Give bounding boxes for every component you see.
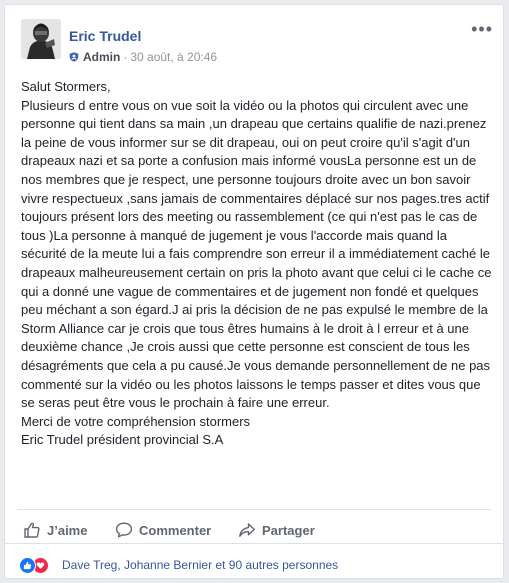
share-label: Partager bbox=[262, 522, 315, 538]
like-label: J’aime bbox=[47, 522, 88, 538]
reactions-bar: Dave Treg, Johanne Bernier et 90 autres … bbox=[5, 543, 503, 580]
post-timestamp[interactable]: 30 août, à 20:46 bbox=[130, 50, 217, 64]
post-paragraph: Eric Trudel président provincial S.A bbox=[21, 432, 224, 448]
post-paragraph: Salut Stormers, bbox=[21, 79, 111, 94]
post-paragraph: Plusieurs d entre vous on vue soit la vi… bbox=[21, 97, 492, 411]
like-button[interactable]: J’aime bbox=[23, 520, 87, 540]
post-meta: Admin · 30 août, à 20:46 bbox=[69, 50, 217, 64]
comment-icon bbox=[115, 522, 133, 538]
meta-separator: · bbox=[123, 50, 128, 64]
share-icon bbox=[239, 523, 255, 537]
share-button[interactable]: Partager bbox=[238, 520, 315, 540]
like-icon bbox=[19, 557, 36, 574]
admin-badge: Admin bbox=[83, 50, 121, 64]
action-bar: J’aime Commenter Partager bbox=[17, 509, 491, 538]
post-body: Salut Stormers, Plusieurs d entre vous o… bbox=[21, 78, 493, 450]
comment-label: Commenter bbox=[139, 522, 212, 538]
reactions-summary[interactable]: Dave Treg, Johanne Bernier et 90 autres … bbox=[62, 558, 338, 572]
shield-icon bbox=[69, 52, 79, 62]
comment-button[interactable]: Commenter bbox=[115, 520, 211, 540]
post-card: Eric Trudel Admin · 30 août, à 20:46 ••• S… bbox=[4, 4, 504, 579]
reaction-icons[interactable] bbox=[19, 557, 57, 574]
author-name[interactable]: Eric Trudel bbox=[69, 28, 141, 44]
post-header: Eric Trudel Admin · 30 août, à 20:46 ••• bbox=[21, 19, 493, 69]
more-options-icon[interactable]: ••• bbox=[471, 20, 493, 38]
thumbs-up-icon bbox=[24, 522, 40, 538]
post-paragraph: Merci de votre compréhension stormers bbox=[21, 413, 251, 429]
avatar[interactable] bbox=[21, 19, 61, 59]
